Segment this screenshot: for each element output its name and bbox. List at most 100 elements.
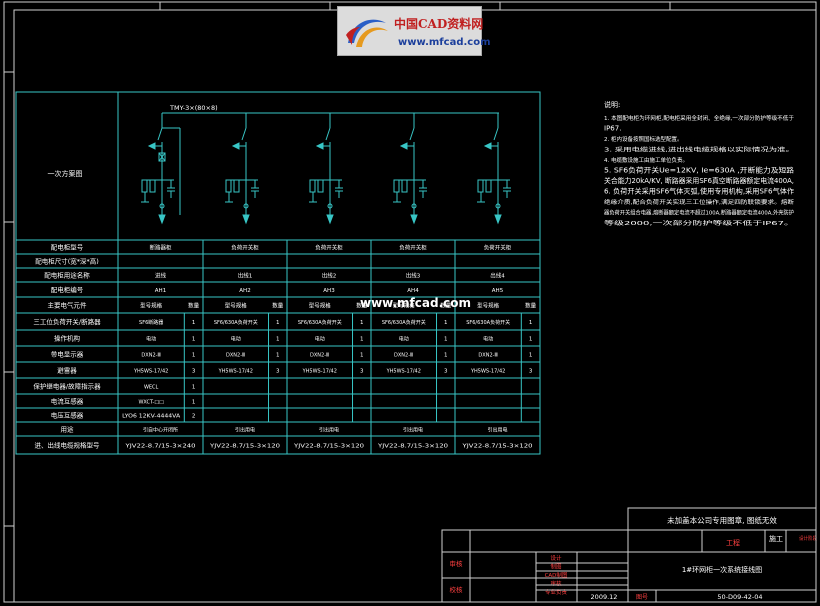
component-spec: YJV22-8.7/15-3×120 [377, 444, 448, 450]
component-spec: 电动 [231, 336, 241, 343]
component-qty: 1 [276, 320, 280, 326]
table-row-label: 配电柜编号 [51, 285, 84, 294]
component-qty: 1 [192, 320, 196, 326]
component-qty: 3 [360, 369, 364, 375]
component-label: 带电显示器 [51, 350, 84, 359]
sub-header-qty: 数量 [188, 302, 200, 310]
component-spec: 电动 [146, 336, 156, 343]
feeder-unit [225, 113, 259, 225]
table-row-label: 配电柜用途名称 [44, 271, 90, 280]
stage-value: 施工 [769, 534, 783, 543]
notes-line: 关合能力20kA/KV, 断路器采用SF6真空断路器额定电流400A, [604, 176, 794, 185]
component-spec: DXN2-Ⅲ [478, 353, 497, 359]
component-spec: DXN2-Ⅲ [226, 353, 245, 359]
table-cell: 负荷开关柜 [399, 244, 427, 252]
component-spec: DXN2-Ⅲ [310, 353, 329, 359]
role-label: 专业负责 [545, 588, 568, 596]
table-cell: AH2 [239, 288, 250, 294]
component-qty: 1 [360, 353, 364, 359]
single-line-diagram [141, 112, 511, 225]
component-qty: 3 [529, 369, 533, 375]
component-spec: 引出用电 [487, 427, 507, 434]
component-qty: 3 [276, 369, 280, 375]
component-spec: YH5WS-17/42 [133, 369, 168, 375]
component-label: 避雷器 [57, 366, 77, 375]
component-spec: WXCT-□□ [138, 400, 164, 406]
component-spec: WECL [144, 385, 159, 391]
table-cell: AH3 [323, 288, 335, 294]
watermark-text: www.mfcad.com [360, 296, 471, 310]
notes-line: 绝缘介质,配合负荷开关实现三工位操作,满足四防联锁要求。熔断 [604, 198, 795, 206]
notes-line: 4. 电缆敷设施工由施工单位负责。 [604, 156, 688, 164]
notes-line: 6. 负荷开关采用SF6气体灭弧,使用专用机构,采用SF6气体作 [604, 187, 794, 196]
component-qty: 1 [529, 353, 533, 359]
table-cell: AH4 [407, 288, 419, 294]
component-spec: YH5WS-17/42 [302, 369, 337, 375]
component-spec: 引自中心开闭所 [143, 427, 178, 434]
component-qty: 1 [529, 320, 533, 326]
component-qty: 1 [192, 385, 196, 391]
notes-line: IP67. [604, 125, 621, 133]
component-qty: 3 [444, 369, 448, 375]
table-cell: 断路器柜 [149, 244, 172, 252]
table-row-label: 配电柜型号 [51, 243, 84, 252]
diagram-row-header: 一次方案图 [48, 169, 83, 178]
notes-line: 等级2000,一次部分防护等级不低于IP67。 [604, 219, 794, 227]
component-qty: 1 [192, 353, 196, 359]
component-label: 电流互感器 [51, 397, 84, 406]
sub-header-qty: 数量 [525, 302, 537, 310]
table-cell: AH5 [492, 288, 504, 294]
site-logo[interactable]: 中国CAD资料网 www.mfcad.com [337, 6, 491, 56]
feeder-unit [141, 113, 181, 225]
busbar-label: TMY-3×(80×8) [169, 104, 218, 112]
notes-title: 说明: [604, 100, 620, 109]
left-label-review: 审核 [450, 559, 464, 568]
table-cell: 负荷开关柜 [231, 244, 259, 252]
component-spec: 电动 [399, 336, 409, 343]
component-spec: DXN2-Ⅲ [141, 353, 160, 359]
feeder-unit [309, 113, 343, 225]
sub-header-spec: 型号规格 [477, 302, 500, 310]
component-label: 用途 [61, 425, 75, 434]
component-qty: 1 [276, 337, 280, 343]
sub-header-spec: 型号规格 [140, 302, 163, 310]
component-label: 保护继电器/故障指示器 [33, 382, 101, 391]
component-qty: 1 [529, 337, 533, 343]
component-spec: SF6/630A负荷开关 [466, 319, 510, 326]
component-spec: 电动 [483, 336, 493, 343]
component-label: 电压互感器 [51, 411, 84, 420]
diagram-text-layer: 一次方案图 TMY-3×(80×8) 配电柜型号 断路器柜 负荷开关柜 负荷开关柜 负荷开关… [33, 100, 817, 601]
component-qty: 1 [192, 400, 196, 406]
logo-swirl-icon [346, 19, 388, 47]
component-qty: 1 [192, 337, 196, 343]
stage-label: 设计阶段 [799, 535, 817, 542]
logo-url: www.mfcad.com [398, 37, 491, 48]
component-qty: 1 [444, 337, 448, 343]
drawing-date: 2009.12 [591, 593, 618, 601]
table-row-label: 配电柜尺寸(宽*深*高) [35, 257, 99, 266]
component-spec: LYO6 12KV-4444VA [122, 414, 181, 420]
notes-line: 1. 本图配电柜为环网柜,配电柜采用全封闭、全绝缘,一次部分防护等级不低于 [604, 114, 795, 122]
component-spec: 引出用电 [403, 427, 423, 434]
logo-name: 中国CAD资料网 [394, 17, 484, 31]
component-label: 操作机构 [54, 334, 81, 343]
drawing-number: 50-D09-42-04 [717, 593, 762, 601]
component-qty: 1 [276, 353, 280, 359]
component-qty: 1 [360, 320, 364, 326]
table-cell: 出线1 [238, 272, 253, 280]
role-label: 制图 [550, 563, 562, 571]
component-spec: YH5WS-17/42 [470, 369, 505, 375]
component-spec: YJV22-8.7/15-3×120 [293, 444, 364, 450]
table-cell: 进线 [155, 272, 167, 280]
title-block-notice: 未加盖本公司专用图章, 图纸无效 [667, 515, 777, 525]
table-cell: 出线4 [490, 272, 505, 280]
drawing-title: 1#环网柜一次系统接线图 [682, 565, 762, 574]
component-header: 主要电气元件 [48, 301, 88, 310]
component-qty: 3 [192, 369, 196, 375]
table-cell: AH1 [155, 288, 166, 294]
notes-line: 器负荷开关组合电器,熔断器额定电流不超过100A,断路器额定电流400A,外壳防… [604, 209, 794, 217]
feeder-unit [393, 113, 427, 225]
component-label: 三工位负荷开关/断路器 [33, 317, 101, 326]
component-qty: 2 [192, 414, 196, 420]
left-label-check: 校核 [450, 585, 464, 594]
